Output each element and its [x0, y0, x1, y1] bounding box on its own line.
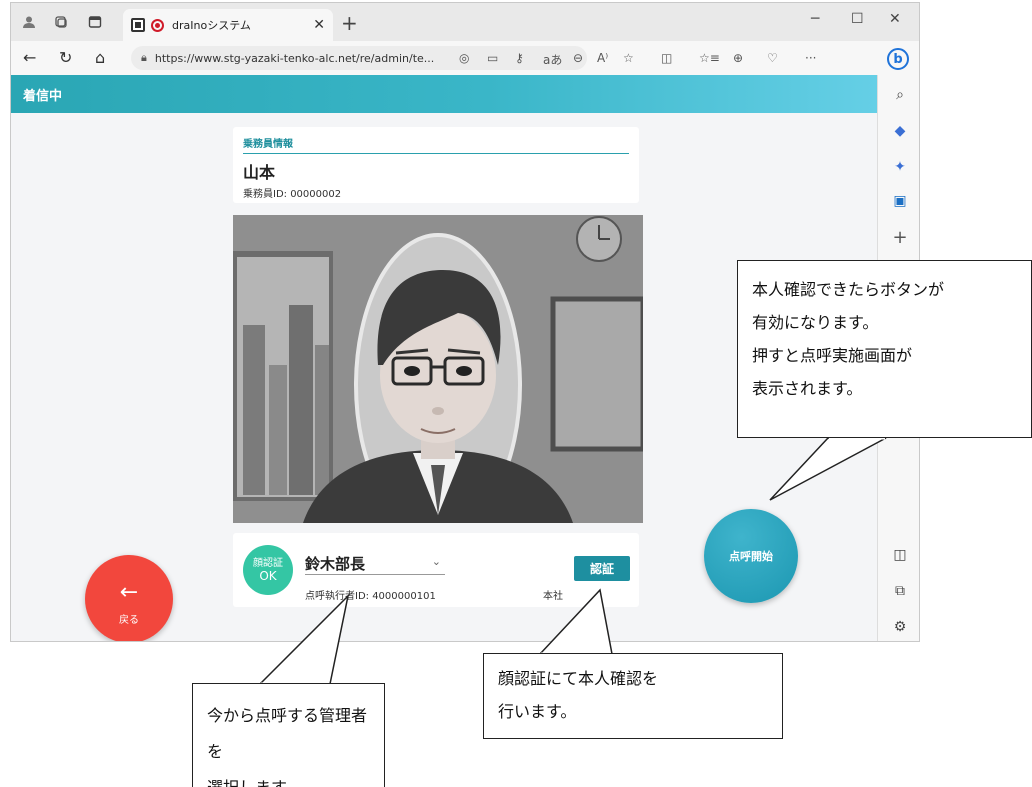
- camera-feed: [233, 215, 643, 523]
- crew-name: 山本: [243, 163, 276, 182]
- manager-selected-value: 鈴木部長: [305, 555, 366, 573]
- split-screen-icon[interactable]: ◫: [661, 51, 672, 65]
- auth-button[interactable]: 認証: [574, 556, 630, 581]
- face-auth-badge: 顔認証 OK: [243, 545, 293, 595]
- home-icon[interactable]: ⌂: [95, 48, 105, 67]
- crew-info-card: 乗務員情報 山本 乗務員ID: 00000002: [233, 127, 639, 203]
- zoom-icon[interactable]: ⊖: [573, 51, 583, 65]
- translate-icon[interactable]: aあ: [543, 51, 562, 68]
- callout-line: 押すと点呼実施画面が: [752, 346, 913, 365]
- page-header: 着信中: [11, 75, 877, 113]
- window-close-button[interactable]: ✕: [889, 11, 901, 27]
- back-nav-icon[interactable]: ←: [23, 48, 36, 67]
- callout-line: 選択します。: [207, 770, 370, 787]
- copilot-icon[interactable]: ✦: [878, 159, 919, 175]
- back-button[interactable]: ← 戻る: [85, 555, 173, 641]
- camera-icon[interactable]: ▭: [487, 51, 498, 65]
- chevron-down-icon[interactable]: ⌄: [432, 555, 441, 568]
- search-icon[interactable]: ⌕: [878, 87, 919, 103]
- app-favicon-icon: [131, 18, 145, 32]
- address-bar: ← ↻ ⌂ 🔒︎ ◎ ▭ ⚷ aあ ⊖ A⁾ ☆ ◫ ☆≡ ⊕ ♡ ··· b: [11, 41, 919, 75]
- callout-face-auth: 顔認証にて本人確認を 行います。: [483, 653, 783, 739]
- favorite-star-icon[interactable]: ☆: [623, 51, 634, 65]
- callout-manager-select: 今から点呼する管理者を 選択します。: [192, 683, 385, 787]
- minimize-button[interactable]: ─: [811, 11, 819, 27]
- performance-icon[interactable]: ♡: [767, 51, 778, 65]
- outlook-icon[interactable]: ▣: [878, 193, 919, 209]
- shopping-tag-icon[interactable]: ◆: [878, 123, 919, 139]
- recording-icon: [151, 18, 164, 32]
- read-aloud-icon[interactable]: A⁾: [597, 51, 608, 65]
- bing-icon[interactable]: b: [887, 48, 909, 70]
- tab-title: draInoシステム: [172, 19, 251, 32]
- crew-id: 乗務員ID: 00000002: [243, 189, 342, 200]
- back-button-label: 戻る: [119, 615, 139, 626]
- active-tab[interactable]: draInoシステム ✕: [123, 9, 333, 41]
- external-link-icon[interactable]: ⧉: [878, 583, 919, 599]
- profile-icon[interactable]: [21, 14, 37, 30]
- settings-gear-icon[interactable]: ⚙: [878, 619, 919, 635]
- tab-actions-icon[interactable]: [87, 14, 103, 30]
- location-icon[interactable]: ◎: [459, 51, 469, 65]
- callout-line: 今から点呼する管理者を: [207, 706, 368, 761]
- sidebar-toggle-icon[interactable]: ◫: [878, 547, 919, 563]
- callout-line: 顔認証にて本人確認を: [498, 669, 659, 688]
- favorites-icon[interactable]: ☆≡: [699, 51, 720, 65]
- callout-line: 表示されます。: [752, 379, 863, 398]
- callout-line: 有効になります。: [752, 313, 879, 332]
- callout-line: 本人確認できたらボタンが: [752, 280, 945, 299]
- start-roll-call-button[interactable]: 点呼開始: [704, 509, 798, 603]
- refresh-icon[interactable]: ↻: [59, 48, 72, 67]
- office-name: 本社: [543, 591, 563, 602]
- divider: [243, 153, 629, 154]
- arrow-left-icon: ←: [119, 580, 139, 605]
- tab-close-icon[interactable]: ✕: [313, 17, 325, 33]
- workspaces-icon[interactable]: [53, 14, 69, 30]
- more-icon[interactable]: ···: [805, 51, 816, 65]
- collections-icon[interactable]: ⊕: [733, 51, 743, 65]
- key-icon[interactable]: ⚷: [515, 51, 524, 65]
- manager-card: 顔認証 OK 鈴木部長 ⌄ 点呼執行者ID: 4000000101 本社 認証: [233, 533, 639, 607]
- url-input[interactable]: [154, 51, 577, 65]
- maximize-button[interactable]: ☐: [851, 11, 864, 27]
- callout-line: 行います。: [498, 702, 577, 721]
- lock-icon: 🔒︎: [141, 51, 147, 64]
- manager-select[interactable]: 鈴木部長 ⌄: [305, 553, 445, 575]
- face-auth-status: OK: [259, 569, 277, 583]
- new-tab-button[interactable]: +: [341, 11, 358, 35]
- manager-id: 点呼執行者ID: 4000000101: [305, 591, 436, 602]
- add-icon[interactable]: +: [878, 227, 919, 248]
- callout-start-button: 本人確認できたらボタンが 有効になります。 押すと点呼実施画面が 表示されます。: [737, 260, 1032, 438]
- tab-bar: draInoシステム ✕ + ─ ☐ ✕: [11, 3, 919, 41]
- crew-section-label: 乗務員情報: [243, 139, 293, 150]
